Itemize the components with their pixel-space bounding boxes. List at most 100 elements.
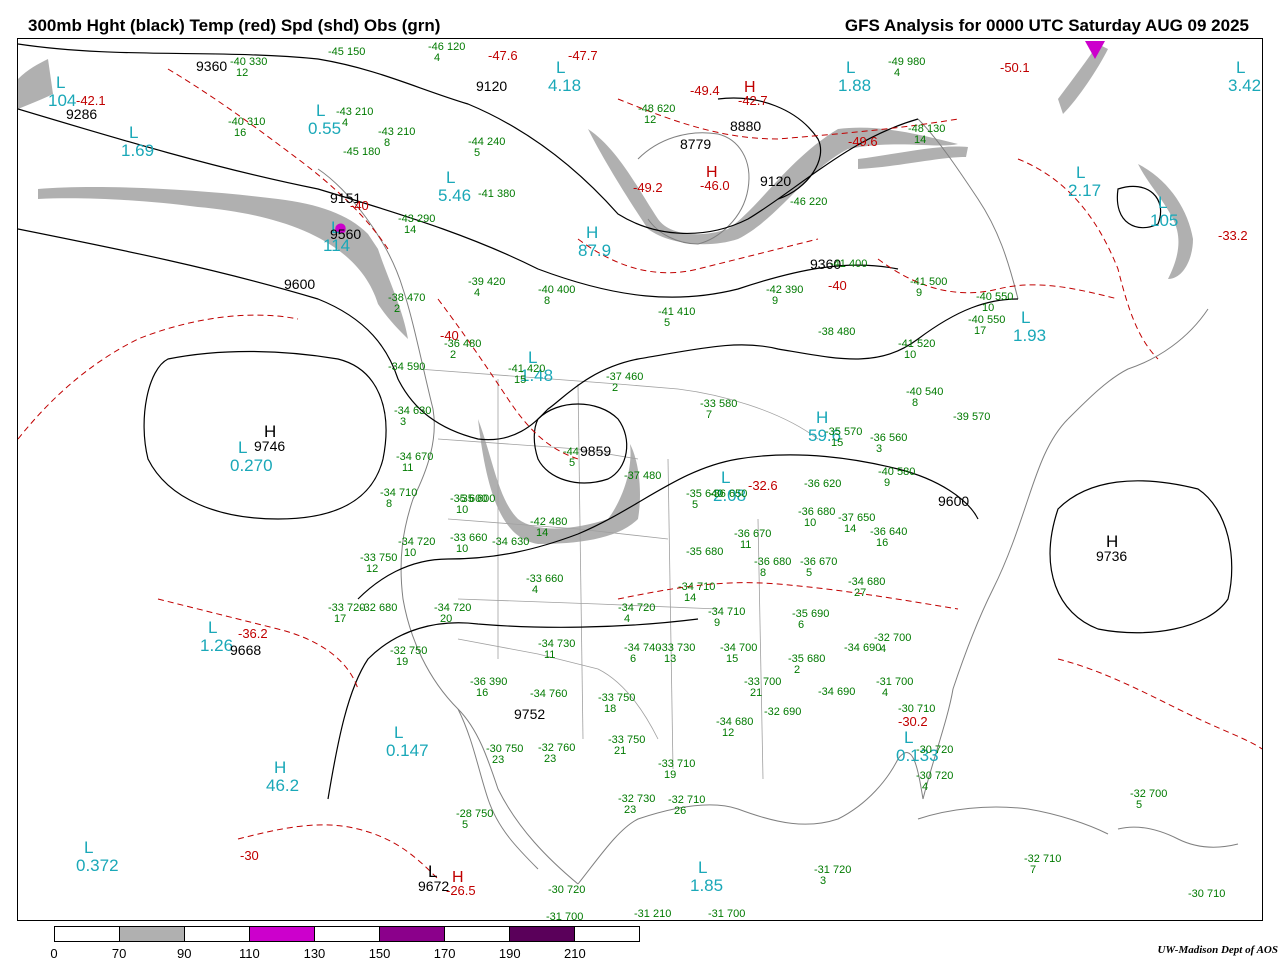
station-speed: 27 — [854, 587, 867, 599]
temperature-contour-label: -30 — [240, 848, 259, 863]
temperature-contour-label: -33.2 — [1218, 228, 1248, 243]
height-contour-label: 8779 — [680, 136, 712, 152]
pressure-center-type: L — [208, 618, 218, 637]
station-speed: 14 — [684, 592, 697, 604]
station-speed: 4 — [882, 687, 889, 699]
station-temp: -30 — [898, 703, 914, 715]
station-temp: -38 — [818, 326, 834, 338]
temp-contour-3 — [437, 298, 579, 460]
station-height: 680 — [866, 576, 886, 588]
station-height: 650 — [856, 512, 876, 524]
temperature-contour-label: -42.7 — [738, 93, 768, 108]
pressure-center-value: 87.9 — [578, 241, 612, 260]
temp-contour-9 — [237, 824, 439, 880]
coast-gulf-of-mexico — [577, 752, 924, 885]
station-speed: 4 — [474, 287, 481, 299]
station-height: 690 — [782, 706, 802, 718]
pressure-center-value: 0.147 — [386, 741, 429, 760]
pressure-center-value: 105 — [1150, 211, 1179, 230]
colorbar-tick-label: 150 — [368, 946, 391, 961]
pressure-center-type: L — [394, 723, 404, 742]
colorbar-segment — [55, 927, 120, 941]
station-height: 480 — [548, 516, 568, 528]
station-obs: -34 630 — [492, 537, 529, 548]
station-obs: -41 400 — [830, 259, 867, 270]
station-height: 420 — [486, 276, 506, 288]
station-height: 640 — [888, 526, 908, 538]
temperature-contour-label: -49.6 — [848, 134, 878, 149]
temperature-contour-label: -49.2 — [633, 180, 663, 195]
station-speed: 4 — [434, 52, 441, 64]
station-temp: -41 — [478, 188, 494, 200]
station-temp: -46 — [790, 196, 806, 208]
station-height: 550 — [986, 314, 1006, 326]
station-speed: 5 — [569, 457, 576, 469]
station-obs: -30 720 — [916, 745, 953, 756]
colorbar-tick-label: 0 — [50, 946, 58, 961]
pressure-center-value: 0.55 — [308, 119, 342, 138]
colorbar-segment — [575, 927, 639, 941]
pressure-center-type: L — [84, 838, 94, 857]
station-speed: 9 — [884, 477, 891, 489]
station-height: 480 — [836, 326, 856, 338]
station-obs: -31 210 — [634, 909, 671, 920]
station-speed: 11 — [544, 649, 556, 661]
station-height: 630 — [510, 536, 530, 548]
pressure-center-type: L — [904, 728, 914, 747]
station-speed: 10 — [404, 547, 417, 559]
station-height: 750 — [378, 552, 398, 564]
temperature-contour-label: -47.6 — [488, 48, 518, 63]
station-obs: -30 710 — [898, 704, 935, 715]
station-temp: -30 — [548, 884, 564, 896]
station-height: 600 — [468, 493, 488, 505]
station-speed: 4 — [922, 781, 929, 793]
station-height: 760 — [548, 688, 568, 700]
station-speed: 5 — [462, 819, 469, 831]
speed-colorbar — [54, 926, 640, 942]
station-speed: 10 — [804, 517, 817, 529]
station-temp: -36 — [804, 478, 820, 490]
pressure-center-type: L — [556, 58, 566, 77]
station-height: 210 — [396, 126, 416, 138]
station-speed: 9 — [916, 287, 923, 299]
station-height: 720 — [416, 536, 436, 548]
station-height: 650 — [728, 488, 748, 500]
station-height: 710 — [686, 794, 706, 806]
station-obs: -38 480 — [818, 327, 855, 338]
station-height: 720 — [934, 770, 954, 782]
station-height: 670 — [752, 528, 772, 540]
height-contour-9600 — [18, 228, 1019, 441]
station-obs: -34 690 — [818, 687, 855, 698]
station-speed: 10 — [456, 543, 469, 555]
station-speed: 11 — [740, 539, 752, 551]
station-temp: -30 — [916, 744, 932, 756]
station-speed: 17 — [334, 613, 347, 625]
station-height: 680 — [704, 546, 724, 558]
pressure-center-value: 3.42 — [1228, 76, 1262, 95]
temperature-contour-label: -32.6 — [748, 478, 778, 493]
station-height: 590 — [406, 361, 426, 373]
state-line-6 — [667, 458, 674, 770]
pressure-center-type: L — [1021, 308, 1031, 327]
station-height: 420 — [526, 363, 546, 375]
station-speed: 10 — [904, 349, 917, 361]
station-speed: 8 — [544, 295, 551, 307]
station-height: 210 — [354, 106, 374, 118]
station-temp: -34 — [530, 688, 546, 700]
temperature-contour-label: -49.4 — [690, 83, 720, 98]
station-height: 700 — [894, 676, 914, 688]
station-height: 570 — [971, 411, 991, 423]
station-speed: 4 — [624, 613, 631, 625]
height-contour-label: 9746 — [254, 438, 286, 454]
station-speed: 26 — [674, 805, 687, 817]
colorbar-segment — [315, 927, 380, 941]
station-height: 750 — [408, 645, 428, 657]
station-speed: 11 — [402, 462, 414, 474]
station-speed: 14 — [844, 523, 857, 535]
state-line-4 — [577, 383, 584, 740]
height-contour-label: 9600 — [284, 276, 316, 292]
pressure-center-type: L — [698, 858, 708, 877]
speed-band-greenland — [1058, 44, 1108, 114]
station-speed: 9 — [772, 295, 779, 307]
station-obs: -30 710 — [1188, 889, 1225, 900]
